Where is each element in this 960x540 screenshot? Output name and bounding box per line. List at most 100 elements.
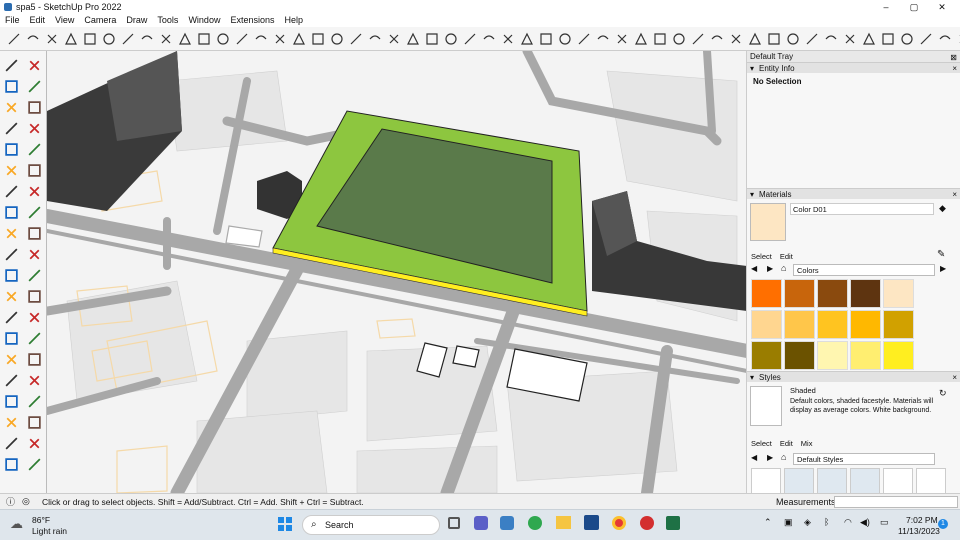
toolbar-tool-icon[interactable] [766,31,781,46]
back-icon[interactable]: ◀ [751,264,757,273]
toolbar-tool-icon[interactable] [804,31,819,46]
toolbar-tool-icon[interactable] [842,31,857,46]
geolocation-icon[interactable]: ◎ [22,496,30,507]
toolbar-tool-icon[interactable] [272,31,287,46]
left-tool-icon[interactable] [24,307,45,328]
style-thumb[interactable] [883,468,913,496]
menu-camera[interactable]: Camera [79,14,121,27]
left-tool-icon[interactable] [1,202,22,223]
toolbar-tool-icon[interactable] [595,31,610,46]
toolbar-tool-icon[interactable] [823,31,838,46]
toolbar-tool-icon[interactable] [918,31,933,46]
left-tool-icon[interactable] [24,97,45,118]
tray-app2-icon[interactable]: ◈ [804,517,811,528]
tray-chevron-icon[interactable]: ⌃ [764,517,772,528]
widgets-icon[interactable] [500,516,514,530]
minimize-button[interactable]: – [874,0,898,14]
material-swatch[interactable] [751,310,782,339]
weather-text[interactable]: Light rain [32,526,67,536]
update-style-icon[interactable]: ↻ [939,388,947,399]
edge-icon[interactable] [528,516,542,530]
material-swatch[interactable] [850,310,881,339]
toolbar-tool-icon[interactable] [500,31,515,46]
styles-home-icon[interactable]: ⌂ [781,452,786,462]
styles-library-dropdown[interactable]: Default Styles [793,453,935,465]
toolbar-tool-icon[interactable] [424,31,439,46]
left-tool-icon[interactable] [1,223,22,244]
left-tool-icon[interactable] [24,139,45,160]
left-tool-icon[interactable] [1,265,22,286]
toolbar-tool-icon[interactable] [557,31,572,46]
left-tool-icon[interactable] [1,118,22,139]
model-scene[interactable] [47,51,746,493]
left-tool-icon[interactable] [24,370,45,391]
toolbar-tool-icon[interactable] [538,31,553,46]
toolbar-tool-icon[interactable] [120,31,135,46]
menu-draw[interactable]: Draw [121,14,152,27]
left-tool-icon[interactable] [1,97,22,118]
left-tool-icon[interactable] [1,181,22,202]
start-icon[interactable] [278,517,292,531]
sketchup-taskbar-icon[interactable] [584,515,599,530]
weather-temp[interactable]: 86°F [32,515,50,525]
toolbar-tool-icon[interactable] [956,31,960,46]
left-tool-icon[interactable] [24,244,45,265]
toolbar-tool-icon[interactable] [614,31,629,46]
materials-select-tab[interactable]: Select [751,252,772,261]
toolbar-tool-icon[interactable] [253,31,268,46]
materials-header[interactable]: Materials× [747,188,960,200]
toolbar-tool-icon[interactable] [481,31,496,46]
toolbar-tool-icon[interactable] [386,31,401,46]
materials-library-dropdown[interactable]: Colors [793,264,935,276]
menu-extensions[interactable]: Extensions [225,14,279,27]
material-swatch[interactable] [751,341,782,370]
left-tool-icon[interactable] [1,307,22,328]
material-swatch[interactable] [817,279,848,308]
paint-bucket-icon[interactable]: ◆ [939,203,946,214]
toolbar-tool-icon[interactable] [462,31,477,46]
left-tool-icon[interactable] [24,412,45,433]
toolbar-tool-icon[interactable] [861,31,876,46]
task-view-icon[interactable] [448,517,460,529]
material-swatch[interactable] [817,341,848,370]
left-tool-icon[interactable] [24,76,45,97]
material-swatch[interactable] [850,279,881,308]
left-tool-icon[interactable] [1,412,22,433]
toolbar-tool-icon[interactable] [6,31,21,46]
left-tool-icon[interactable] [1,244,22,265]
toolbar-tool-icon[interactable] [690,31,705,46]
left-tool-icon[interactable] [1,139,22,160]
menu-edit[interactable]: Edit [25,14,51,27]
left-tool-icon[interactable] [1,349,22,370]
style-thumb[interactable] [850,468,880,496]
left-tool-icon[interactable] [1,370,22,391]
left-tool-icon[interactable] [24,160,45,181]
left-tool-icon[interactable] [24,391,45,412]
styles-forward-icon[interactable]: ▶ [767,453,773,462]
left-tool-icon[interactable] [24,328,45,349]
excel-icon[interactable] [666,516,680,530]
toolbar-tool-icon[interactable] [44,31,59,46]
toolbar-tool-icon[interactable] [747,31,762,46]
styles-edit-tab[interactable]: Edit [780,439,793,448]
info-icon[interactable]: ⓘ [6,495,15,508]
file-explorer-icon[interactable] [556,516,571,529]
maximize-button[interactable]: ▢ [902,0,926,14]
tray-app-icon[interactable]: ▣ [784,517,793,528]
left-tool-icon[interactable] [1,286,22,307]
left-tool-icon[interactable] [24,286,45,307]
left-tool-icon[interactable] [24,349,45,370]
material-swatch[interactable] [850,341,881,370]
material-swatch[interactable] [883,341,914,370]
left-tool-icon[interactable] [24,454,45,475]
close-button[interactable]: ✕ [930,0,954,14]
toolbar-tool-icon[interactable] [519,31,534,46]
rain-cloud-icon[interactable]: ☁ [10,516,23,532]
left-tool-icon[interactable] [24,181,45,202]
toolbar-tool-icon[interactable] [25,31,40,46]
forward-icon[interactable]: ▶ [767,264,773,273]
toolbar-tool-icon[interactable] [671,31,686,46]
toolbar-tool-icon[interactable] [291,31,306,46]
toolbar-tool-icon[interactable] [348,31,363,46]
toolbar-tool-icon[interactable] [310,31,325,46]
